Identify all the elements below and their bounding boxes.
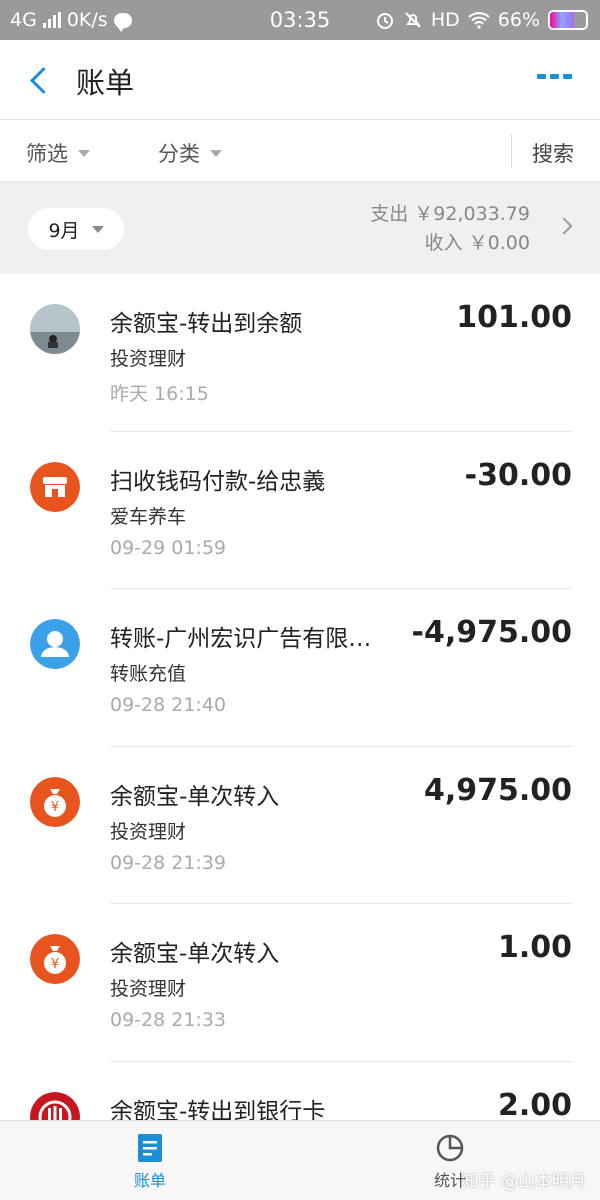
svg-text:¥: ¥	[51, 800, 59, 815]
transaction-amount: 2.00	[497, 1087, 572, 1121]
page-title: 账单	[76, 66, 135, 100]
bottom-nav: 账单 统计 知乎 @山本明月	[0, 1120, 600, 1200]
bank-icon	[30, 1091, 80, 1120]
chevron-down-icon	[91, 225, 104, 233]
chevron-down-icon	[210, 149, 222, 157]
list-item[interactable]: 扫收钱码付款-给忠義 爱车养车 09-29 01:59 -30.00	[0, 432, 600, 589]
list-item[interactable]: 余额宝-转出到银行卡 2.00	[0, 1062, 600, 1121]
transaction-name: 转账-广州宏识广告有限…	[110, 626, 372, 652]
transaction-amount: 1.00	[497, 930, 572, 965]
filter-bar: 筛选 分类 搜索	[0, 120, 600, 182]
status-bar: 4G 0K/s 03:35 HD 66%	[0, 0, 600, 40]
transaction-name: 余额宝-转出到银行卡	[110, 1098, 326, 1121]
expense-total: 支出 ￥92,033.79	[370, 203, 530, 225]
category-dropdown[interactable]: 分类	[158, 138, 222, 168]
transaction-name: 余额宝-单次转入	[110, 783, 280, 810]
chevron-down-icon	[78, 149, 90, 157]
transaction-list: 余额宝-转出到余额 投资理财 昨天 16:15 101.00 扫收钱码付款-给忠…	[0, 274, 600, 1120]
top-header: 账单	[0, 40, 600, 120]
status-right: HD 66%	[375, 9, 588, 31]
watermark-text: 知乎 @山本明月	[461, 1172, 586, 1192]
pie-chart-icon	[436, 1134, 464, 1162]
money-bag-icon: ¥	[30, 934, 80, 984]
transaction-category: 爱车养车	[110, 505, 187, 528]
bill-icon	[138, 1134, 162, 1162]
person-icon	[30, 619, 80, 669]
list-item[interactable]: ¥ 余额宝-单次转入 投资理财 09-28 21:39 4,975.00	[0, 747, 600, 904]
transaction-name: 扫收钱码付款-给忠義	[110, 468, 326, 495]
nav-bills-label: 账单	[133, 1171, 166, 1190]
landscape-photo-avatar	[30, 304, 80, 354]
transaction-amount: -4,975.00	[411, 615, 573, 650]
filter-dropdown[interactable]: 筛选	[26, 138, 90, 168]
transaction-category: 投资理财	[110, 978, 187, 1000]
chevron-right-icon	[555, 217, 573, 235]
battery-fill	[550, 12, 574, 28]
money-bag-icon: ¥	[30, 776, 80, 827]
battery-icon	[548, 10, 588, 30]
wifi-icon	[468, 12, 490, 29]
nav-bills-tab[interactable]: 账单	[90, 1133, 210, 1191]
battery-percent: 66%	[497, 9, 540, 31]
list-item[interactable]: ¥ 余额宝-单次转入 投资理财 09-28 21:33 1.00	[0, 904, 600, 1062]
app-root: 4G 0K/s 03:35 HD 66% 账单 筛选 分类 搜索 9月 支出 ￥…	[0, 0, 600, 1200]
list-item[interactable]: 余额宝-转出到余额 投资理财 昨天 16:15 101.00	[0, 274, 600, 432]
list-item[interactable]: 转账-广州宏识广告有限… 转账充值 09-28 21:40 -4,975.00	[0, 589, 600, 747]
back-button[interactable]	[22, 60, 62, 100]
transaction-category: 投资理财	[110, 348, 187, 370]
alarm-icon	[376, 13, 393, 29]
transaction-time: 昨天 16:15	[110, 383, 209, 405]
shop-icon	[30, 461, 80, 512]
month-summary[interactable]: 9月 支出 ￥92,033.79 收入 ￥0.00	[0, 182, 600, 274]
transaction-name: 余额宝-单次转入	[110, 941, 280, 967]
hd-indicator: HD	[430, 9, 460, 31]
transaction-category: 投资理财	[110, 820, 187, 843]
transaction-category: 转账充值	[110, 663, 187, 685]
income-total: 收入 ￥0.00	[424, 232, 530, 254]
transaction-time: 09-28 21:39	[110, 851, 227, 874]
month-selector[interactable]: 9月	[28, 208, 124, 250]
totals: 支出 ￥92,033.79 收入 ￥0.00	[370, 200, 530, 258]
svg-text:¥: ¥	[51, 957, 59, 972]
transaction-name: 余额宝-转出到余额	[110, 311, 303, 337]
mute-bell-icon	[405, 12, 421, 28]
transaction-time: 09-28 21:33	[110, 1009, 227, 1031]
category-label: 分类	[158, 142, 200, 166]
month-label: 9月	[48, 219, 80, 242]
search-button[interactable]: 搜索	[532, 138, 574, 168]
transaction-time: 09-29 01:59	[110, 536, 227, 559]
divider	[511, 134, 512, 168]
transaction-amount: 4,975.00	[423, 772, 572, 808]
transaction-amount: 101.00	[456, 300, 572, 335]
filter-label: 筛选	[26, 142, 68, 166]
more-options-button[interactable]	[537, 74, 572, 79]
transaction-time: 09-28 21:40	[110, 694, 227, 716]
transaction-amount: -30.00	[464, 457, 572, 493]
